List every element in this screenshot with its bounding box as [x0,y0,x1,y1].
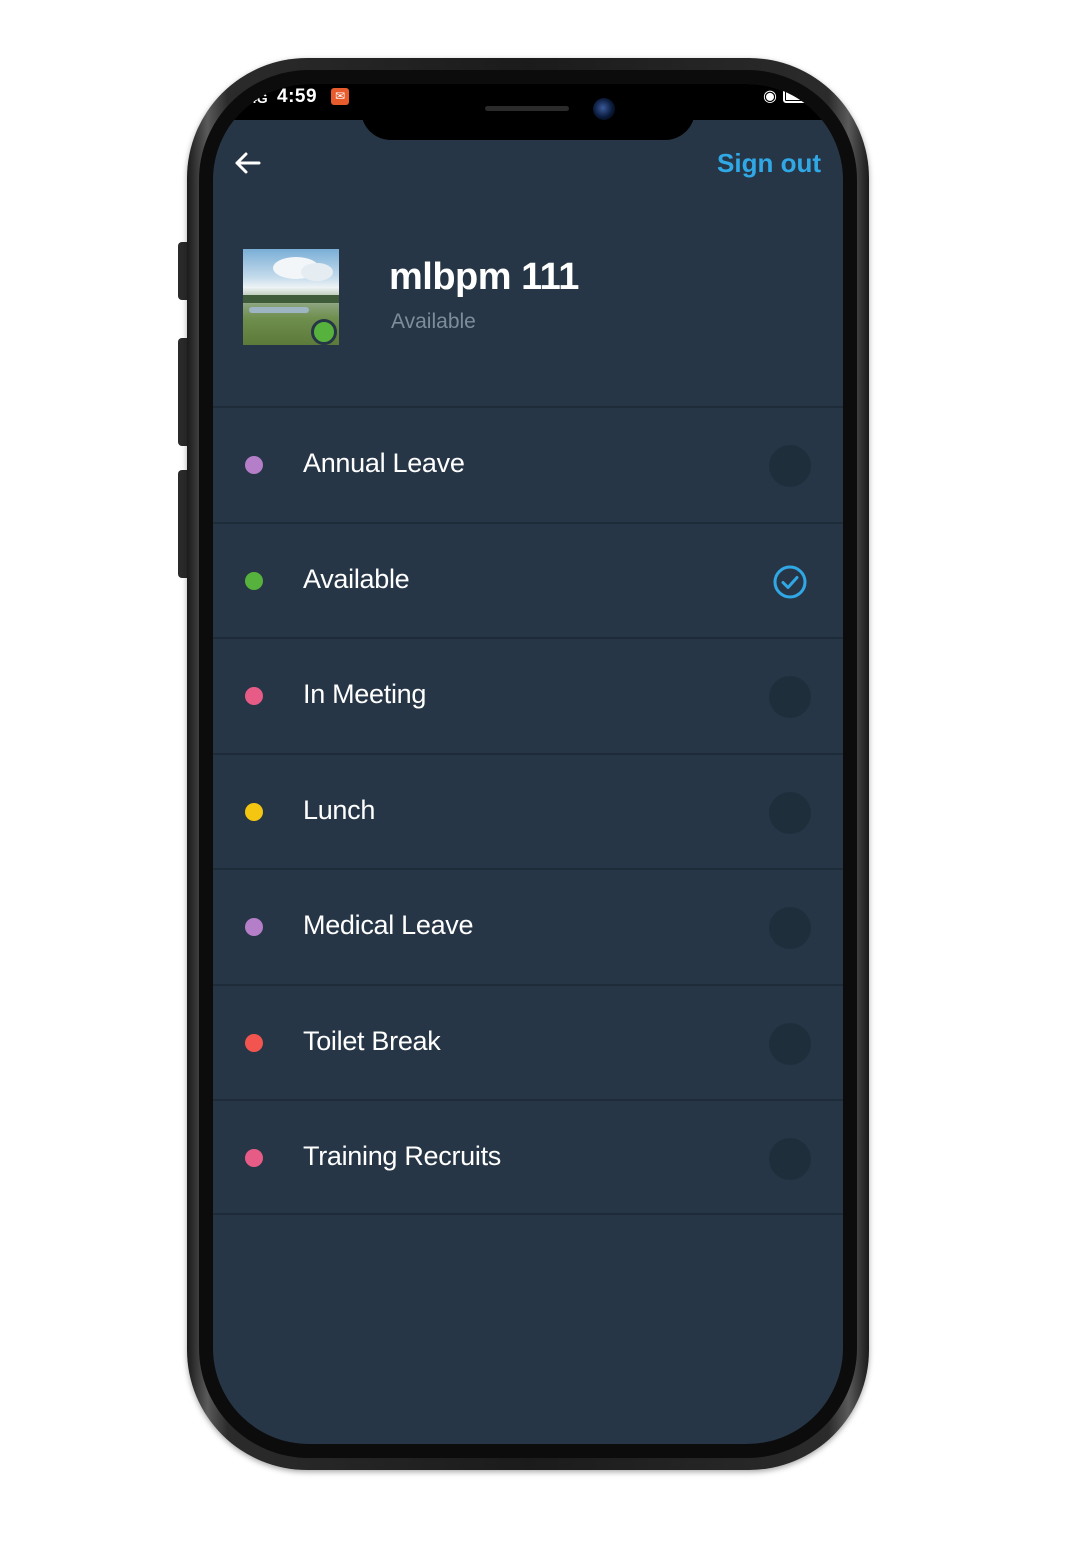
status-option-label: Medical Leave [303,910,474,940]
status-option-training-recruits[interactable]: Training Recruits [213,1099,843,1215]
radio-unselected-icon[interactable] [769,907,811,949]
status-color-dot [245,1033,263,1052]
status-time: 4:59 [277,86,318,107]
profile-name: mlbpm 111 [389,256,579,298]
status-option-in-meeting[interactable]: In Meeting [213,637,843,753]
status-option-label: Available [303,563,410,594]
status-option-label: Training Recruits [303,1141,501,1171]
camera-icon [593,98,615,120]
status-option-toilet-break[interactable]: Toilet Break [213,983,843,1100]
status-color-dot [245,456,263,474]
profile-status: Available [391,310,476,333]
radio-unselected-icon[interactable] [769,1022,811,1065]
radio-unselected-icon[interactable] [769,445,811,487]
status-color-dot [245,918,263,936]
presence-indicator [311,319,337,345]
signal-icon: 4G [249,90,268,106]
status-color-dot [245,1149,263,1167]
status-color-dot [245,687,263,705]
status-option-annual-leave[interactable]: Annual Leave [213,406,843,522]
status-color-dot [245,802,263,821]
status-option-lunch[interactable]: Lunch [213,752,843,869]
phone-mockup: 4G 4:59 ✉ ◉ Sign out mlbpm 111 Available… [0,0,1074,1542]
status-option-label: Toilet Break [303,1025,441,1056]
speaker-grille [485,106,569,111]
check-circle-icon[interactable] [772,564,808,600]
app-screen: 4G 4:59 ✉ ◉ Sign out mlbpm 111 Available… [213,84,843,1444]
phone-notch [361,84,695,140]
radio-unselected-icon[interactable] [769,676,811,718]
status-color-dot [245,571,263,590]
radio-unselected-icon[interactable] [769,1138,811,1180]
status-option-label: Lunch [303,794,376,825]
status-option-label: Annual Leave [303,448,465,478]
sign-out-button[interactable]: Sign out [717,148,821,179]
battery-icon [783,89,816,103]
status-option-medical-leave[interactable]: Medical Leave [213,868,843,984]
status-option-available[interactable]: Available [213,521,843,638]
status-option-label: In Meeting [303,679,427,709]
status-list: Annual Leave Available In Meeting Lunch Medi… [213,406,843,1215]
radio-unselected-icon[interactable] [769,791,811,834]
arrow-left-icon [235,152,261,174]
notification-icon: ✉ [331,88,349,105]
status-right-icons: ◉ [763,86,816,106]
wifi-icon: ◉ [763,88,777,105]
back-button[interactable] [231,146,265,180]
